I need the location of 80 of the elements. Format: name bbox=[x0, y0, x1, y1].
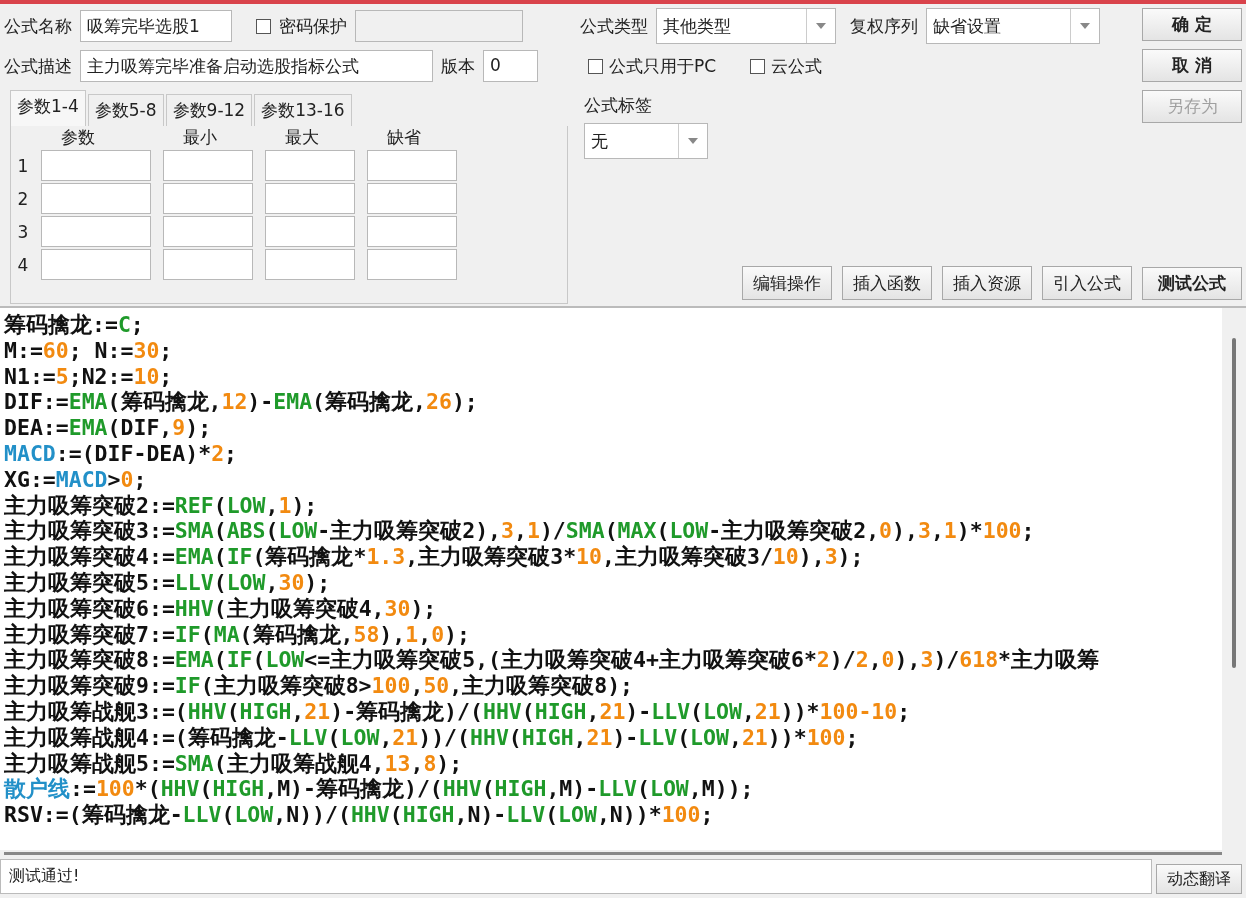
toolbar-button[interactable]: 插入资源 bbox=[942, 266, 1032, 300]
field-label: 公式描述 bbox=[4, 54, 72, 78]
code-line: MACD:=(DIF-DEA)*2; bbox=[4, 441, 239, 467]
row-number: 4 bbox=[16, 254, 30, 275]
param-field[interactable] bbox=[265, 216, 355, 247]
dialog-button[interactable]: 确 定 bbox=[1142, 8, 1242, 41]
code-line: 散户线:=100*(HHV(HIGH,M)-筹码擒龙)/(HHV(HIGH,M)-LLV(LOW,M)); bbox=[4, 776, 755, 803]
code-line: DEA:=EMA(DIF,9); bbox=[4, 415, 213, 441]
param-field[interactable] bbox=[367, 216, 457, 247]
column-header: 缺省 bbox=[386, 126, 422, 148]
status-message: 测试通过! bbox=[0, 859, 1152, 894]
checkbox[interactable] bbox=[256, 18, 271, 34]
field-label: 版本 bbox=[441, 54, 475, 78]
param-field[interactable] bbox=[265, 150, 355, 181]
param-field[interactable] bbox=[41, 249, 151, 280]
toolbar-button[interactable]: 引入公式 bbox=[1042, 266, 1132, 300]
formula-name-field[interactable]: 吸筹完毕选股1 bbox=[80, 10, 232, 42]
toolbar-button[interactable]: 编辑操作 bbox=[742, 266, 832, 300]
checkbox[interactable] bbox=[588, 58, 603, 74]
param-field[interactable] bbox=[163, 183, 253, 214]
description-field[interactable]: 主力吸筹完毕准备启动选股指标公式 bbox=[80, 50, 433, 82]
tab[interactable]: 参数5-8 bbox=[87, 94, 164, 126]
formula-type-dropdown[interactable]: 其他类型 bbox=[656, 8, 836, 44]
code-line: 筹码擒龙:=C; bbox=[4, 312, 145, 338]
code-line: 主力吸筹突破3:=SMA(ABS(LOW-主力吸筹突破2),3,1)/SMA(MAX(LOW-主力吸筹突破2,0),3,1)*100; bbox=[4, 518, 1036, 545]
code-line: 主力吸筹突破7:=IF(MA(筹码擒龙,58),1,0); bbox=[4, 621, 471, 648]
dialog-button[interactable]: 取 消 bbox=[1142, 49, 1242, 82]
code-line: 主力吸筹突破4:=EMA(IF(筹码擒龙*1.3,主力吸筹突破3*10,主力吸筹突破3/10),3); bbox=[4, 544, 865, 570]
field-label: 公式类型 bbox=[580, 14, 648, 38]
checkbox[interactable] bbox=[750, 58, 766, 74]
dropdown-arrow-icon bbox=[688, 138, 698, 144]
tab[interactable]: 参数1-4 bbox=[10, 90, 86, 126]
param-field[interactable] bbox=[163, 150, 253, 181]
checkbox-label: 公式只用于PC bbox=[609, 54, 717, 78]
param-field[interactable] bbox=[163, 216, 253, 247]
column-header: 最大 bbox=[284, 126, 320, 148]
code-line: 主力吸筹战舰5:=SMA(主力吸筹战舰4,13,8); bbox=[4, 750, 464, 777]
row-number: 3 bbox=[16, 221, 30, 242]
row-number: 1 bbox=[16, 155, 30, 176]
code-line: XG:=MACD>0; bbox=[4, 466, 148, 493]
field-label: 公式标签 bbox=[584, 94, 653, 117]
dropdown-arrow-icon bbox=[1080, 23, 1090, 29]
code-line: 主力吸筹突破6:=HHV(主力吸筹突破4,30); bbox=[4, 595, 438, 622]
code-line: 主力吸筹突破8:=EMA(IF(LOW<=主力吸筹突破5,(主力吸筹突破4+主力吸筹突破6*2)/2,0),3)/618*主力吸筹 bbox=[4, 647, 1101, 674]
checkbox-label: 密码保护 bbox=[279, 14, 347, 38]
tab[interactable]: 参数9-12 bbox=[165, 94, 253, 126]
code-line: N1:=5;N2:=10; bbox=[4, 363, 174, 390]
checkbox-label: 云公式 bbox=[771, 54, 823, 78]
translate-button[interactable]: 动态翻译 bbox=[1156, 864, 1242, 894]
code-line: 主力吸筹突破2:=REF(LOW,1); bbox=[4, 492, 319, 519]
column-header: 最小 bbox=[182, 126, 218, 148]
param-field[interactable] bbox=[265, 183, 355, 214]
code-line: DIF:=EMA(筹码擒龙,12)-EMA(筹码擒龙,26); bbox=[4, 389, 479, 416]
field-label: 复权序列 bbox=[850, 14, 918, 38]
toolbar-button[interactable]: 插入函数 bbox=[842, 266, 932, 300]
param-field[interactable] bbox=[367, 150, 457, 181]
formula-tag-dropdown[interactable]: 无 bbox=[584, 123, 708, 159]
param-field[interactable] bbox=[367, 183, 457, 214]
param-field[interactable] bbox=[41, 216, 151, 247]
param-field[interactable] bbox=[163, 249, 253, 280]
param-field[interactable] bbox=[41, 183, 151, 214]
code-editor[interactable] bbox=[0, 306, 1246, 850]
param-field[interactable] bbox=[41, 150, 151, 181]
row-number: 2 bbox=[16, 188, 30, 209]
code-line: 主力吸筹战舰3:=(HHV(HIGH,21)-筹码擒龙)/(HHV(HIGH,21)-LLV(LOW,21))*100-10; bbox=[4, 698, 912, 725]
code-line: 主力吸筹突破5:=LLV(LOW,30); bbox=[4, 569, 332, 596]
dropdown-arrow-icon bbox=[816, 23, 826, 29]
code-line: 主力吸筹突破9:=IF(主力吸筹突破8>100,50,主力吸筹突破8); bbox=[4, 673, 635, 699]
test-formula-button[interactable]: 测试公式 bbox=[1142, 267, 1242, 300]
field-label: 公式名称 bbox=[4, 14, 72, 38]
column-header: 参数 bbox=[60, 126, 96, 148]
scrollbar[interactable] bbox=[1222, 308, 1246, 850]
code-line: M:=60; N:=30; bbox=[4, 337, 174, 364]
code-line: 主力吸筹战舰4:=(筹码擒龙-LLV(LOW,21))/(HHV(HIGH,21)-LLV(LOW,21))*100; bbox=[4, 724, 860, 751]
param-field[interactable] bbox=[367, 249, 457, 280]
tab[interactable]: 参数13-16 bbox=[254, 94, 352, 126]
param-field[interactable] bbox=[265, 249, 355, 280]
code-line: RSV:=(筹码擒龙-LLV(LOW,N))/(HHV(HIGH,N)-LLV(LOW,N))*100; bbox=[4, 802, 715, 828]
adjust-series-dropdown[interactable]: 缺省设置 bbox=[926, 8, 1100, 44]
version-field[interactable]: 0 bbox=[483, 50, 538, 82]
